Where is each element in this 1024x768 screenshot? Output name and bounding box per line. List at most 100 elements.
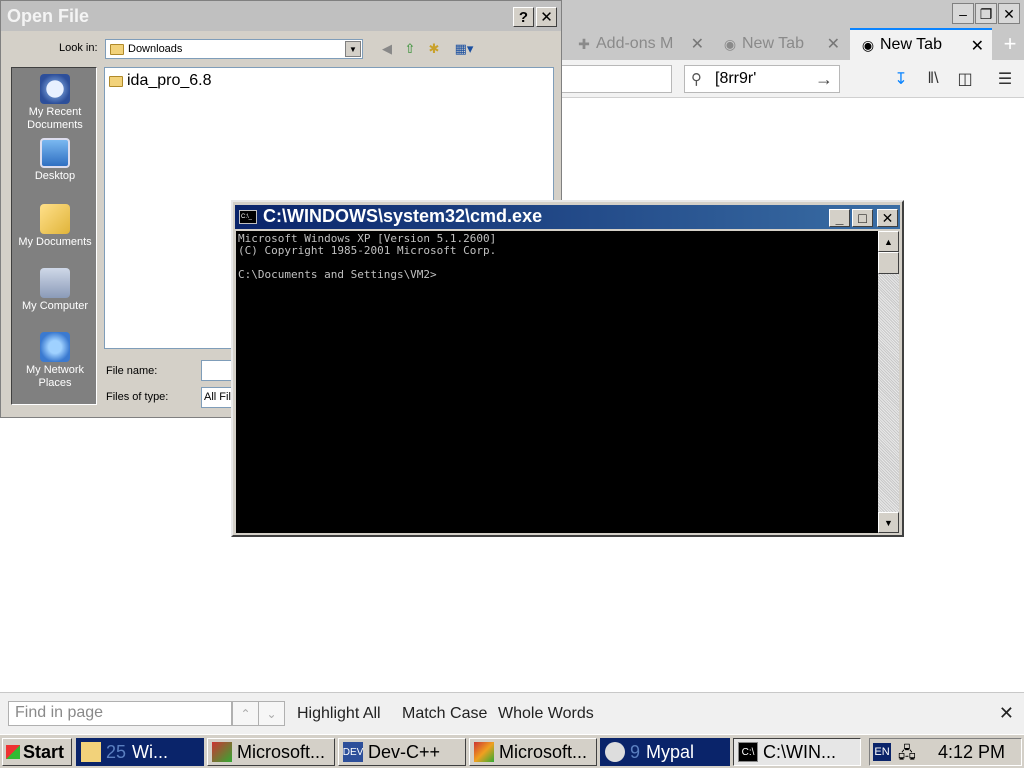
cmd-title: C:\WINDOWS\system32\cmd.exe [263,206,543,226]
cmd-window: C:\_ C:\WINDOWS\system32\cmd.exe _ □ ✕ M… [231,200,904,537]
file-item-label: ida_pro_6.8 [127,72,212,89]
dialog-titlebar: Open File ? ✕ [1,1,561,31]
taskbar: Start 25 Wi... Microsoft... DEV Dev-C++ … [0,734,1024,768]
new-tab-plus-icon[interactable]: + [996,28,1024,60]
place-my-documents[interactable]: My Documents [12,204,98,249]
scroll-down-icon[interactable]: ▼ [878,512,899,533]
close-button[interactable]: ✕ [536,7,557,27]
view-menu-icon[interactable]: ▦▾ [450,41,478,57]
back-icon[interactable]: ◀ [378,41,396,57]
my-computer-icon [40,268,70,298]
task-cmd[interactable]: C:\ C:\WIN... [733,738,861,766]
task-mypal-group[interactable]: 9 Mypal [600,738,730,766]
tab-close-icon[interactable]: ✕ [827,34,840,54]
place-desktop[interactable]: Desktop [12,138,98,183]
task-explorer-group[interactable]: 25 Wi... [76,738,204,766]
highlight-all-toggle[interactable]: Highlight All [297,705,381,723]
system-tray: EN 🖧 4:12 PM [869,738,1022,766]
task-microsoft-2[interactable]: Microsoft... [469,738,597,766]
browser-window-controls: – ❐ ✕ [952,3,1020,24]
url-bar[interactable] [562,65,672,93]
tab-new-tab[interactable]: ◉ New Tab ✕ [712,28,848,60]
find-input[interactable]: Find in page [8,701,232,726]
clock: 4:12 PM [937,742,1005,762]
find-bar: Find in page ⌃ ⌄ Highlight All Match Cas… [0,692,1024,734]
whole-words-toggle[interactable]: Whole Words [498,705,594,723]
file-item[interactable]: ida_pro_6.8 [109,72,212,90]
cmd-icon: C:\_ [239,210,257,224]
search-value: [8rr9r' [715,70,757,87]
task-count: 9 [630,741,641,762]
app-icon [212,742,232,762]
task-dev-cpp[interactable]: DEV Dev-C++ [338,738,466,766]
language-indicator[interactable]: EN [873,743,891,761]
eye-icon: ◉ [861,36,875,53]
network-icon[interactable]: 🖧 [898,742,916,768]
cmd-icon: C:\ [738,742,758,762]
up-folder-icon[interactable]: ⇧ [401,41,419,57]
place-my-computer[interactable]: My Computer [12,268,98,313]
close-icon[interactable]: ✕ [998,3,1020,24]
vertical-scrollbar[interactable]: ▲ ▼ [878,231,899,533]
library-icon[interactable]: ‖\ [922,68,944,90]
menu-icon[interactable]: ☰ [994,68,1016,90]
folder-icon [81,742,101,762]
console-prompt: C:\Documents and Settings\VM2> [238,268,437,281]
folder-icon [110,43,124,55]
start-label: Start [23,741,65,762]
place-label: My Network Places [25,364,85,389]
chevron-down-icon[interactable]: ▼ [345,41,361,57]
minimize-button[interactable]: _ [829,209,850,227]
restore-icon[interactable]: ❐ [975,3,997,24]
place-label: Desktop [34,170,76,182]
tab-close-icon[interactable]: ✕ [691,34,704,54]
browser-tabstrip: – ❐ ✕ ✚ Add-ons M ✕ ◉ New Tab ✕ ◉ New Ta… [562,0,1024,60]
desktop-icon [40,138,70,168]
find-previous-icon[interactable]: ⌃ [232,701,259,726]
minimize-icon[interactable]: – [952,3,974,24]
place-label: My Computer [21,300,89,312]
my-documents-icon [40,204,70,234]
help-button[interactable]: ? [513,7,534,27]
start-button[interactable]: Start [2,738,72,766]
task-label: Mypal [646,741,695,762]
close-icon[interactable]: ✕ [999,703,1014,724]
dev-cpp-icon: DEV [343,742,363,762]
files-of-type-label: Files of type: [106,391,169,403]
eye-icon: ◉ [723,35,737,52]
recent-documents-icon [40,74,70,104]
go-arrow-icon[interactable]: → [815,69,833,90]
new-folder-icon[interactable]: ✱ [425,41,443,57]
scroll-up-icon[interactable]: ▲ [878,231,899,252]
console-output[interactable]: Microsoft Windows XP [Version 5.1.2600](… [236,231,878,533]
file-name-label: File name: [106,365,158,377]
download-icon[interactable]: ↧ [890,68,912,90]
scroll-thumb[interactable] [878,252,899,274]
browser-toolbar: ⚲ [8rr9r' → ↧ ‖\ ◫ ☰ [562,60,1024,98]
puzzle-icon: ✚ [578,35,590,52]
look-in-label: Look in: [59,42,98,54]
app-icon [474,742,494,762]
places-bar: My Recent Documents Desktop My Documents… [11,67,97,405]
tab-addons[interactable]: ✚ Add-ons M ✕ [566,28,712,60]
dialog-title: Open File [7,6,90,26]
match-case-toggle[interactable]: Match Case [402,705,487,723]
place-label: My Documents [18,236,92,248]
task-microsoft-1[interactable]: Microsoft... [207,738,335,766]
cmd-titlebar: C:\_ C:\WINDOWS\system32\cmd.exe _ □ ✕ [235,205,900,229]
windows-logo-icon [6,745,20,759]
tab-close-icon[interactable]: ✕ [971,36,984,56]
tab-new-tab-active[interactable]: ◉ New Tab ✕ [850,28,992,60]
look-in-combo[interactable]: Downloads ▼ [105,39,363,59]
maximize-button[interactable]: □ [852,209,873,227]
sidebar-icon[interactable]: ◫ [954,68,976,90]
close-button[interactable]: ✕ [877,209,898,227]
task-label: Dev-C++ [368,741,441,762]
find-next-icon[interactable]: ⌄ [258,701,285,726]
place-my-recent-documents[interactable]: My Recent Documents [12,74,98,132]
tab-label: New Tab [880,36,942,53]
network-places-icon [40,332,70,362]
place-my-network-places[interactable]: My Network Places [12,332,98,390]
tab-label: Add-ons M [596,35,674,52]
search-bar[interactable]: ⚲ [8rr9r' → [684,65,840,93]
